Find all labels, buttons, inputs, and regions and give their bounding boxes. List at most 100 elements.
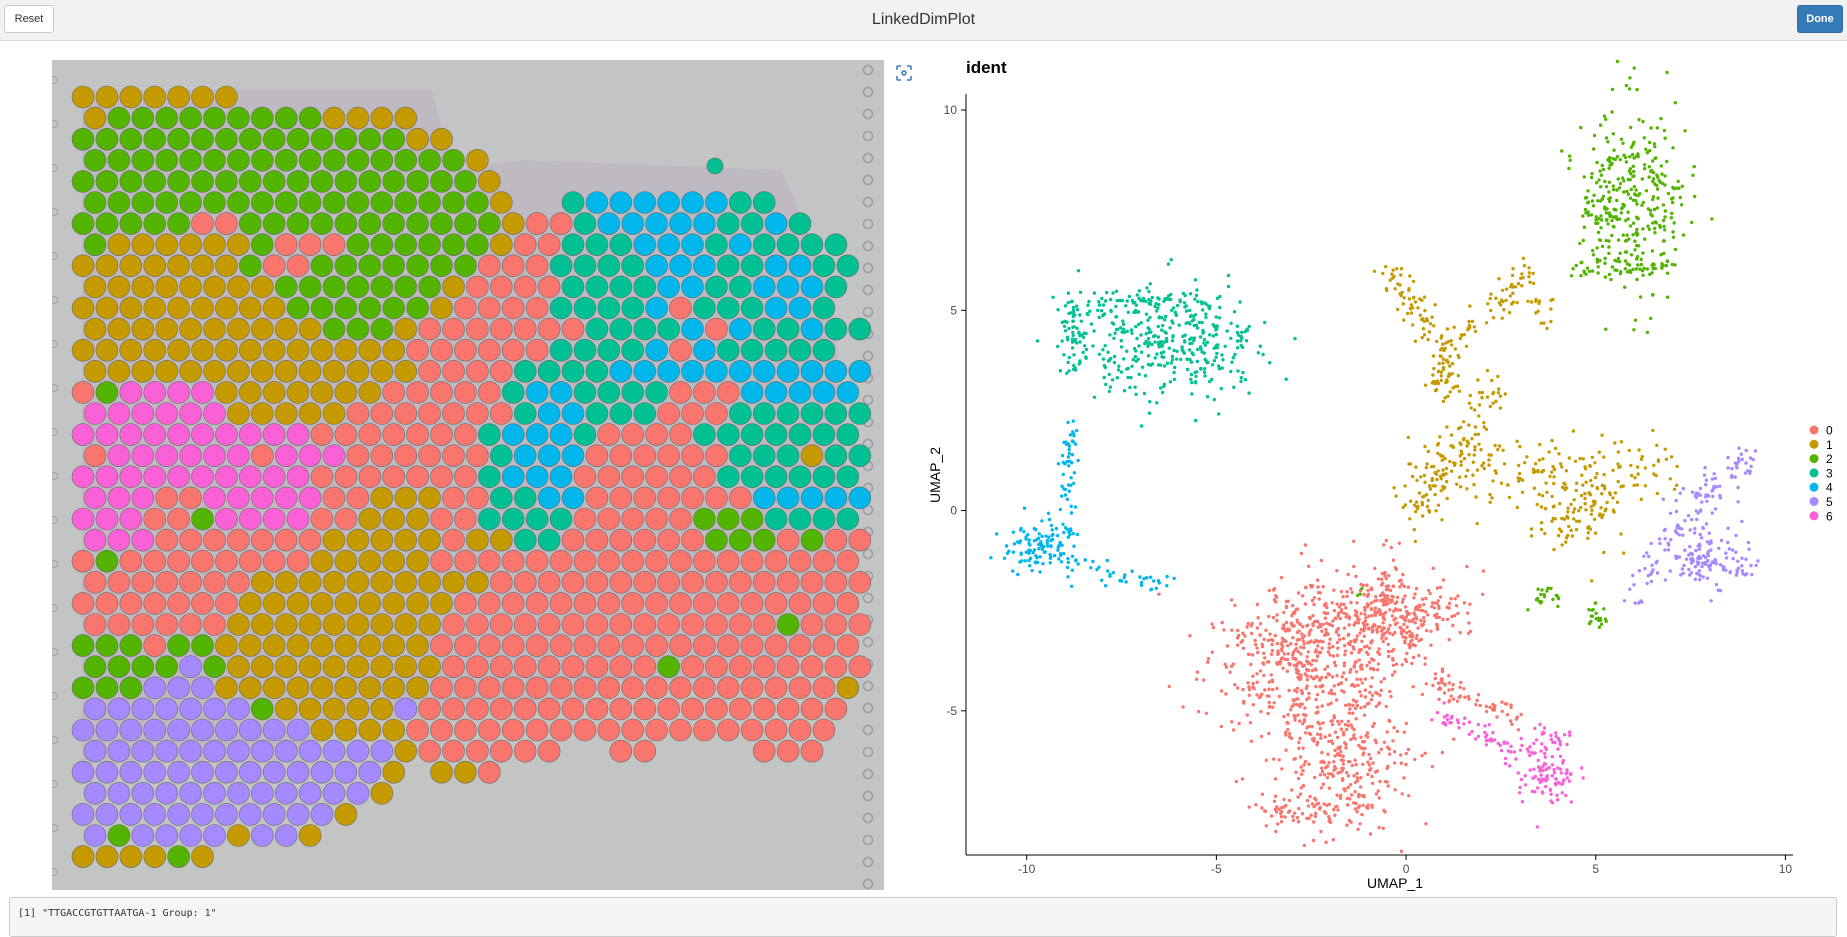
spot-cluster-0[interactable] [848, 613, 872, 636]
spot-cluster-3[interactable] [573, 212, 597, 235]
spot-cluster-3[interactable] [836, 423, 860, 446]
spot-cluster-1[interactable] [346, 106, 370, 130]
spot-cluster-1[interactable] [262, 592, 286, 615]
spot-cluster-2[interactable] [191, 127, 214, 151]
spot-cluster-0[interactable] [215, 212, 238, 235]
spot-cluster-1[interactable] [477, 170, 501, 193]
spot-cluster-1[interactable] [382, 676, 406, 700]
spot-cluster-0[interactable] [764, 718, 788, 742]
spot-cluster-1[interactable] [322, 359, 346, 383]
spot-cluster-4[interactable] [800, 275, 824, 299]
spot-cluster-0[interactable] [645, 676, 668, 700]
spot-cluster-3[interactable] [788, 423, 812, 446]
spot-cluster-5[interactable] [191, 760, 214, 784]
spot-cluster-2[interactable] [346, 317, 370, 341]
spot-cluster-0[interactable] [764, 676, 788, 700]
spot-cluster-3[interactable] [609, 317, 633, 341]
spot-cluster-1[interactable] [358, 381, 382, 404]
spot-cluster-0[interactable] [705, 317, 728, 341]
spot-cluster-0[interactable] [274, 528, 298, 552]
spot-cluster-2[interactable] [179, 191, 202, 214]
spot-cluster-0[interactable] [740, 634, 764, 657]
spot-cluster-1[interactable] [274, 697, 298, 721]
spot-cluster-0[interactable] [466, 655, 489, 679]
spot-cluster-0[interactable] [800, 570, 824, 594]
spot-cluster-3[interactable] [800, 402, 824, 425]
spot-cluster-0[interactable] [549, 634, 573, 657]
spot-cluster-0[interactable] [609, 613, 633, 636]
spot-cluster-0[interactable] [788, 676, 812, 700]
spot-cluster-1[interactable] [310, 592, 334, 615]
spot-cluster-6[interactable] [95, 465, 119, 489]
spot-cluster-0[interactable] [752, 655, 776, 679]
spot-cluster-5[interactable] [274, 739, 298, 763]
spot-cluster-0[interactable] [645, 718, 668, 742]
spot-cluster-6[interactable] [298, 444, 322, 468]
spot-cluster-1[interactable] [394, 486, 418, 510]
spot-cluster-6[interactable] [239, 465, 262, 489]
spot-cluster-2[interactable] [382, 170, 406, 193]
spot-cluster-0[interactable] [776, 697, 800, 721]
spot-cluster-0[interactable] [203, 613, 226, 636]
spot-cluster-1[interactable] [358, 549, 382, 573]
spot-cluster-0[interactable] [179, 486, 202, 510]
spot-cluster-3[interactable] [585, 275, 609, 299]
spot-cluster-1[interactable] [215, 381, 238, 404]
spot-cluster-0[interactable] [788, 549, 812, 573]
spot-cluster-2[interactable] [442, 149, 465, 172]
spot-cluster-2[interactable] [71, 634, 95, 657]
spot-cluster-1[interactable] [227, 359, 250, 383]
spot-cluster-0[interactable] [681, 613, 704, 636]
spot-cluster-1[interactable] [203, 233, 226, 256]
spot-cluster-2[interactable] [382, 254, 406, 278]
spot-cluster-3[interactable] [597, 338, 621, 362]
spot-cluster-2[interactable] [131, 191, 155, 214]
spot-cluster-0[interactable] [585, 613, 609, 636]
spot-cluster-0[interactable] [382, 381, 406, 404]
spot-cluster-2[interactable] [286, 296, 310, 320]
spot-cluster-1[interactable] [382, 338, 406, 362]
spot-cluster-2[interactable] [107, 191, 131, 214]
spot-cluster-4[interactable] [776, 359, 800, 383]
spot-cluster-2[interactable] [274, 106, 298, 130]
spot-cluster-2[interactable] [716, 507, 740, 531]
spot-cluster-0[interactable] [501, 676, 525, 700]
spot-cluster-5[interactable] [346, 739, 370, 763]
spot-cluster-0[interactable] [740, 592, 764, 615]
spot-cluster-4[interactable] [657, 275, 680, 299]
spot-cluster-1[interactable] [418, 613, 441, 636]
spot-cluster-2[interactable] [740, 507, 764, 531]
spot-cluster-3[interactable] [501, 507, 525, 531]
spot-cluster-2[interactable] [454, 170, 477, 193]
spot-cluster-3[interactable] [728, 191, 752, 214]
spot-cluster-0[interactable] [466, 697, 489, 721]
spot-cluster-0[interactable] [262, 254, 286, 278]
spot-cluster-2[interactable] [95, 549, 119, 573]
spot-cluster-0[interactable] [334, 465, 358, 489]
spot-cluster-1[interactable] [322, 570, 346, 594]
spot-cluster-2[interactable] [752, 528, 776, 552]
spot-cluster-2[interactable] [239, 212, 262, 235]
spot-cluster-2[interactable] [191, 170, 214, 193]
spot-cluster-0[interactable] [454, 549, 477, 573]
spot-cluster-2[interactable] [693, 507, 716, 531]
spot-cluster-0[interactable] [501, 254, 525, 278]
spot-cluster-0[interactable] [561, 528, 585, 552]
spot-cluster-5[interactable] [167, 760, 190, 784]
spot-cluster-3[interactable] [477, 507, 501, 531]
spot-cluster-0[interactable] [454, 381, 477, 404]
spot-cluster-1[interactable] [310, 549, 334, 573]
spot-cluster-0[interactable] [705, 613, 728, 636]
spot-cluster-4[interactable] [752, 275, 776, 299]
spot-cluster-1[interactable] [382, 592, 406, 615]
spot-cluster-4[interactable] [776, 275, 800, 299]
spot-cluster-0[interactable] [83, 444, 107, 468]
spot-cluster-2[interactable] [310, 170, 334, 193]
spot-cluster-5[interactable] [95, 718, 119, 742]
spot-cluster-3[interactable] [788, 212, 812, 235]
spot-cluster-0[interactable] [394, 444, 418, 468]
spot-cluster-4[interactable] [513, 444, 537, 468]
spot-cluster-5[interactable] [71, 803, 95, 826]
spot-cluster-1[interactable] [227, 402, 250, 425]
spot-cluster-2[interactable] [466, 191, 489, 214]
